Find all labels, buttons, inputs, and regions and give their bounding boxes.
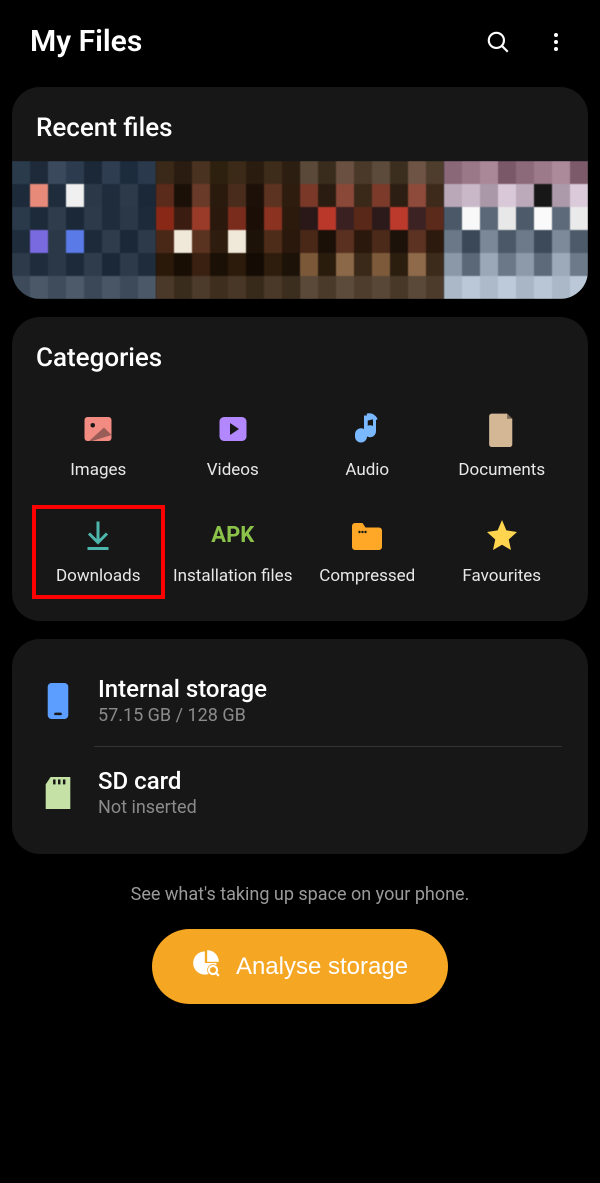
category-label: Images bbox=[70, 459, 126, 481]
app-title: My Files bbox=[30, 24, 142, 59]
more-icon[interactable] bbox=[542, 28, 570, 56]
images-icon bbox=[80, 411, 116, 447]
sd-card-icon bbox=[42, 773, 74, 813]
category-images[interactable]: Images bbox=[36, 403, 161, 489]
recent-files-card: Recent files bbox=[12, 87, 588, 299]
category-label: Compressed bbox=[319, 565, 415, 587]
search-icon[interactable] bbox=[484, 28, 512, 56]
apk-icon: APK bbox=[215, 517, 251, 553]
category-label: Downloads bbox=[56, 565, 140, 587]
category-compressed[interactable]: Compressed bbox=[305, 509, 430, 595]
categories-grid: Images Videos Audio bbox=[36, 403, 564, 595]
category-videos[interactable]: Videos bbox=[171, 403, 296, 489]
category-label: Videos bbox=[207, 459, 259, 481]
category-label: Documents bbox=[458, 459, 545, 481]
categories-title: Categories bbox=[36, 343, 564, 373]
phone-icon bbox=[42, 681, 74, 721]
storage-internal[interactable]: Internal storage 57.15 GB / 128 GB bbox=[38, 659, 562, 742]
storage-text: Internal storage 57.15 GB / 128 GB bbox=[98, 675, 558, 726]
storage-card: Internal storage 57.15 GB / 128 GB SD ca… bbox=[12, 639, 588, 854]
storage-text: SD card Not inserted bbox=[98, 767, 558, 818]
categories-card: Categories Images Videos bbox=[12, 317, 588, 621]
videos-icon bbox=[215, 411, 251, 447]
category-label: Favourites bbox=[462, 565, 541, 587]
category-audio[interactable]: Audio bbox=[305, 403, 430, 489]
divider bbox=[94, 746, 562, 747]
compressed-icon bbox=[349, 517, 385, 553]
category-label: Installation files bbox=[173, 565, 292, 587]
category-documents[interactable]: Documents bbox=[440, 403, 565, 489]
header-actions bbox=[484, 28, 570, 56]
recent-files-title: Recent files bbox=[36, 113, 564, 143]
category-downloads[interactable]: Downloads bbox=[32, 505, 165, 599]
category-label: Audio bbox=[345, 459, 389, 481]
documents-icon bbox=[484, 411, 520, 447]
storage-sd[interactable]: SD card Not inserted bbox=[38, 751, 562, 834]
footer: See what's taking up space on your phone… bbox=[0, 884, 600, 1004]
storage-list: Internal storage 57.15 GB / 128 GB SD ca… bbox=[38, 655, 562, 838]
storage-sub: Not inserted bbox=[98, 797, 558, 818]
storage-title: SD card bbox=[98, 767, 558, 795]
analyse-label: Analyse storage bbox=[236, 953, 408, 981]
app-header: My Files bbox=[0, 0, 600, 69]
audio-icon bbox=[349, 411, 385, 447]
category-favourites[interactable]: Favourites bbox=[440, 509, 565, 595]
storage-title: Internal storage bbox=[98, 675, 558, 703]
star-icon bbox=[484, 517, 520, 553]
analyse-storage-button[interactable]: Analyse storage bbox=[152, 929, 448, 1004]
pie-chart-icon bbox=[192, 949, 220, 984]
footer-hint: See what's taking up space on your phone… bbox=[131, 884, 470, 905]
storage-sub: 57.15 GB / 128 GB bbox=[98, 705, 558, 726]
category-installation-files[interactable]: APK Installation files bbox=[171, 509, 296, 595]
recent-files-strip[interactable] bbox=[12, 161, 588, 299]
downloads-icon bbox=[80, 517, 116, 553]
